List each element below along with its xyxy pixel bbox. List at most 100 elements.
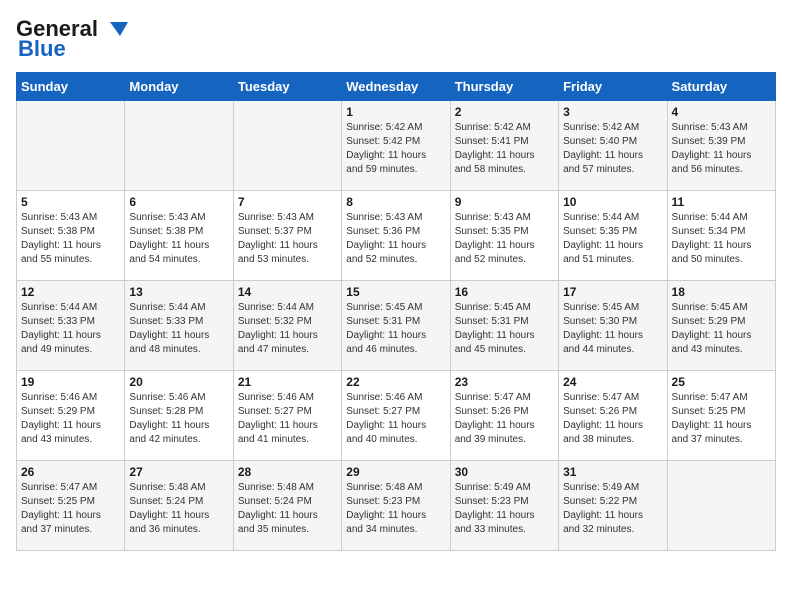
week-row-2: 12 Sunrise: 5:44 AM Sunset: 5:33 PM Dayli… — [17, 281, 776, 371]
calendar-cell: 22Sunrise: 5:46 AM Sunset: 5:27 PM Dayli… — [342, 371, 450, 461]
week-row-4: 26 Sunrise: 5:47 AM Sunset: 5:25 PM Dayli… — [17, 461, 776, 551]
day-info: Sunrise: 5:47 AM Sunset: 5:26 PM Dayligh… — [563, 391, 662, 447]
calendar-cell — [17, 101, 125, 191]
day-info: Sunrise: 5:46 AM Sunset: 5:28 PM Dayligh… — [129, 391, 228, 447]
day-number: 22 — [346, 375, 445, 389]
day-info: Sunrise: 5:49 AM Sunset: 5:22 PM Dayligh… — [563, 481, 662, 537]
day-number: 21 — [238, 375, 337, 389]
calendar-cell: 17 Sunrise: 5:45 AM Sunset: 5:30 PM Dayli… — [559, 281, 667, 371]
day-info: Sunrise: 5:45 AM Sunset: 5:30 PM Dayligh… — [563, 301, 662, 357]
calendar-cell: 9Sunrise: 5:43 AM Sunset: 5:35 PM Daylig… — [450, 191, 558, 281]
calendar-cell: 19 Sunrise: 5:46 AM Sunset: 5:29 PM Dayli… — [17, 371, 125, 461]
calendar-cell: 25Sunrise: 5:47 AM Sunset: 5:25 PM Dayli… — [667, 371, 775, 461]
col-header-sunday: Sunday — [17, 73, 125, 101]
day-number: 8 — [346, 195, 445, 209]
col-header-thursday: Thursday — [450, 73, 558, 101]
col-header-tuesday: Tuesday — [233, 73, 341, 101]
calendar-table: SundayMondayTuesdayWednesdayThursdayFrid… — [16, 72, 776, 551]
calendar-cell: 30 Sunrise: 5:49 AM Sunset: 5:23 PM Dayli… — [450, 461, 558, 551]
day-info: Sunrise: 5:43 AM Sunset: 5:35 PM Dayligh… — [455, 211, 554, 267]
calendar-cell: 27 Sunrise: 5:48 AM Sunset: 5:24 PM Dayli… — [125, 461, 233, 551]
calendar-cell: 31 Sunrise: 5:49 AM Sunset: 5:22 PM Dayli… — [559, 461, 667, 551]
day-info: Sunrise: 5:42 AM Sunset: 5:40 PM Dayligh… — [563, 121, 662, 177]
calendar-cell — [125, 101, 233, 191]
day-info: Sunrise: 5:48 AM Sunset: 5:23 PM Dayligh… — [346, 481, 445, 537]
day-info: Sunrise: 5:47 AM Sunset: 5:26 PM Dayligh… — [455, 391, 554, 447]
calendar-cell: 3 Sunrise: 5:42 AM Sunset: 5:40 PM Daylig… — [559, 101, 667, 191]
day-number: 1 — [346, 105, 445, 119]
calendar-cell: 23 Sunrise: 5:47 AM Sunset: 5:26 PM Dayli… — [450, 371, 558, 461]
day-number: 29 — [346, 465, 445, 479]
day-number: 18 — [672, 285, 771, 299]
calendar-cell: 16Sunrise: 5:45 AM Sunset: 5:31 PM Dayli… — [450, 281, 558, 371]
day-number: 5 — [21, 195, 120, 209]
day-info: Sunrise: 5:47 AM Sunset: 5:25 PM Dayligh… — [672, 391, 771, 447]
day-number: 14 — [238, 285, 337, 299]
week-row-0: 1 Sunrise: 5:42 AM Sunset: 5:42 PM Daylig… — [17, 101, 776, 191]
calendar-cell — [667, 461, 775, 551]
day-number: 20 — [129, 375, 228, 389]
header-row: SundayMondayTuesdayWednesdayThursdayFrid… — [17, 73, 776, 101]
day-info: Sunrise: 5:48 AM Sunset: 5:24 PM Dayligh… — [129, 481, 228, 537]
calendar-cell: 13 Sunrise: 5:44 AM Sunset: 5:33 PM Dayli… — [125, 281, 233, 371]
day-number: 23 — [455, 375, 554, 389]
day-info: Sunrise: 5:43 AM Sunset: 5:38 PM Dayligh… — [129, 211, 228, 267]
day-info: Sunrise: 5:42 AM Sunset: 5:41 PM Dayligh… — [455, 121, 554, 177]
day-info: Sunrise: 5:44 AM Sunset: 5:33 PM Dayligh… — [21, 301, 120, 357]
day-info: Sunrise: 5:42 AM Sunset: 5:42 PM Dayligh… — [346, 121, 445, 177]
calendar-cell: 21 Sunrise: 5:46 AM Sunset: 5:27 PM Dayli… — [233, 371, 341, 461]
calendar-cell: 15Sunrise: 5:45 AM Sunset: 5:31 PM Dayli… — [342, 281, 450, 371]
day-number: 3 — [563, 105, 662, 119]
day-number: 27 — [129, 465, 228, 479]
day-number: 26 — [21, 465, 120, 479]
calendar-cell: 28Sunrise: 5:48 AM Sunset: 5:24 PM Dayli… — [233, 461, 341, 551]
day-number: 12 — [21, 285, 120, 299]
header: General Blue — [16, 16, 776, 62]
day-info: Sunrise: 5:44 AM Sunset: 5:35 PM Dayligh… — [563, 211, 662, 267]
col-header-friday: Friday — [559, 73, 667, 101]
day-info: Sunrise: 5:48 AM Sunset: 5:24 PM Dayligh… — [238, 481, 337, 537]
day-info: Sunrise: 5:49 AM Sunset: 5:23 PM Dayligh… — [455, 481, 554, 537]
day-number: 2 — [455, 105, 554, 119]
logo-blue: Blue — [18, 36, 66, 62]
col-header-wednesday: Wednesday — [342, 73, 450, 101]
day-number: 30 — [455, 465, 554, 479]
day-info: Sunrise: 5:47 AM Sunset: 5:25 PM Dayligh… — [21, 481, 120, 537]
calendar-cell: 14 Sunrise: 5:44 AM Sunset: 5:32 PM Dayli… — [233, 281, 341, 371]
day-number: 7 — [238, 195, 337, 209]
day-info: Sunrise: 5:43 AM Sunset: 5:36 PM Dayligh… — [346, 211, 445, 267]
logo-icon — [100, 18, 130, 40]
day-info: Sunrise: 5:43 AM Sunset: 5:39 PM Dayligh… — [672, 121, 771, 177]
calendar-cell: 4 Sunrise: 5:43 AM Sunset: 5:39 PM Daylig… — [667, 101, 775, 191]
day-number: 15 — [346, 285, 445, 299]
calendar-cell: 7Sunrise: 5:43 AM Sunset: 5:37 PM Daylig… — [233, 191, 341, 281]
day-info: Sunrise: 5:44 AM Sunset: 5:33 PM Dayligh… — [129, 301, 228, 357]
calendar-cell: 18Sunrise: 5:45 AM Sunset: 5:29 PM Dayli… — [667, 281, 775, 371]
day-info: Sunrise: 5:44 AM Sunset: 5:34 PM Dayligh… — [672, 211, 771, 267]
day-number: 17 — [563, 285, 662, 299]
day-number: 31 — [563, 465, 662, 479]
day-number: 11 — [672, 195, 771, 209]
day-number: 4 — [672, 105, 771, 119]
day-number: 10 — [563, 195, 662, 209]
day-info: Sunrise: 5:43 AM Sunset: 5:38 PM Dayligh… — [21, 211, 120, 267]
logo: General Blue — [16, 16, 130, 62]
calendar-body: 1 Sunrise: 5:42 AM Sunset: 5:42 PM Daylig… — [17, 101, 776, 551]
day-info: Sunrise: 5:46 AM Sunset: 5:29 PM Dayligh… — [21, 391, 120, 447]
day-info: Sunrise: 5:44 AM Sunset: 5:32 PM Dayligh… — [238, 301, 337, 357]
calendar-cell: 6Sunrise: 5:43 AM Sunset: 5:38 PM Daylig… — [125, 191, 233, 281]
day-info: Sunrise: 5:46 AM Sunset: 5:27 PM Dayligh… — [238, 391, 337, 447]
calendar-cell: 12 Sunrise: 5:44 AM Sunset: 5:33 PM Dayli… — [17, 281, 125, 371]
calendar-cell: 5 Sunrise: 5:43 AM Sunset: 5:38 PM Daylig… — [17, 191, 125, 281]
calendar-cell: 10 Sunrise: 5:44 AM Sunset: 5:35 PM Dayli… — [559, 191, 667, 281]
calendar-cell: 1 Sunrise: 5:42 AM Sunset: 5:42 PM Daylig… — [342, 101, 450, 191]
calendar-cell: 8 Sunrise: 5:43 AM Sunset: 5:36 PM Daylig… — [342, 191, 450, 281]
day-number: 13 — [129, 285, 228, 299]
calendar-cell — [233, 101, 341, 191]
day-number: 19 — [21, 375, 120, 389]
day-number: 24 — [563, 375, 662, 389]
calendar-cell: 24 Sunrise: 5:47 AM Sunset: 5:26 PM Dayli… — [559, 371, 667, 461]
calendar-cell: 20 Sunrise: 5:46 AM Sunset: 5:28 PM Dayli… — [125, 371, 233, 461]
col-header-monday: Monday — [125, 73, 233, 101]
calendar-cell: 29 Sunrise: 5:48 AM Sunset: 5:23 PM Dayli… — [342, 461, 450, 551]
